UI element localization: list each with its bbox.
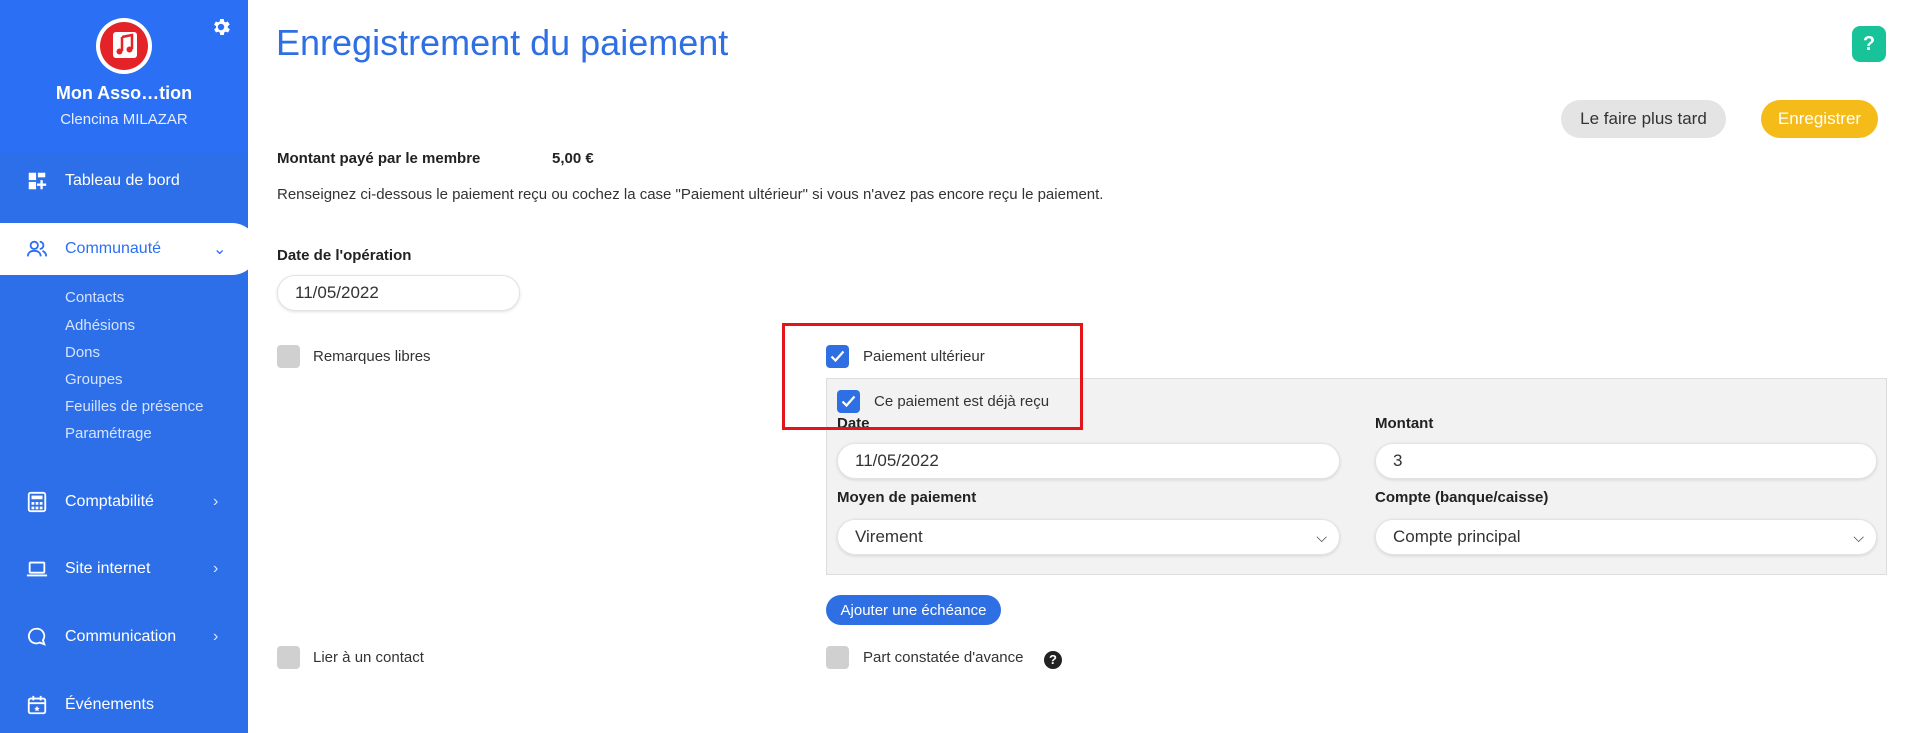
payment-method-select[interactable]: Virement ⌵ — [837, 519, 1340, 555]
account-value: Compte principal — [1393, 527, 1521, 546]
sidebar-header: Mon Asso…tion Clencina MILAZAR — [0, 0, 248, 153]
sidebar-item-label: Comptabilité — [65, 493, 154, 510]
chevron-right-icon: › — [213, 560, 219, 577]
sidebar-item-label: Événements — [65, 696, 154, 713]
account-select[interactable]: Compte principal ⌵ — [1375, 519, 1877, 555]
operation-date-label: Date de l'opération — [277, 247, 412, 264]
gear-icon[interactable] — [210, 16, 232, 38]
operation-date-input[interactable]: 11/05/2022 — [277, 275, 520, 311]
remarks-label: Remarques libres — [313, 348, 431, 365]
main-content: Enregistrement du paiement ? Le faire pl… — [248, 0, 1914, 733]
association-logo[interactable] — [96, 18, 152, 74]
amount-input[interactable]: 3 — [1375, 443, 1877, 479]
highlight-box — [782, 323, 1083, 430]
music-note-icon — [100, 22, 148, 70]
sidebar-item-comptabilite[interactable]: Comptabilité › — [0, 476, 248, 528]
advance-label: Part constatée d'avance — [863, 649, 1024, 666]
calculator-icon — [27, 491, 47, 513]
payment-method-label: Moyen de paiement — [837, 489, 977, 506]
sidebar-item-label: Communication — [65, 628, 177, 645]
later-button[interactable]: Le faire plus tard — [1561, 100, 1726, 138]
sidebar-subitem-adhesions[interactable]: Adhésions — [65, 317, 135, 334]
sidebar-subitem-parametrage[interactable]: Paramétrage — [65, 425, 152, 442]
sidebar-item-communaute[interactable]: Communauté ⌄ — [0, 223, 258, 275]
save-button[interactable]: Enregistrer — [1761, 100, 1878, 138]
users-icon — [26, 240, 48, 257]
amount-field-label: Montant — [1375, 415, 1434, 432]
sidebar-item-label: Site internet — [65, 560, 151, 577]
sidebar-item-tableau-de-bord[interactable]: Tableau de bord — [0, 155, 248, 207]
sidebar-item-communication[interactable]: Communication › — [0, 611, 248, 663]
calendar-icon — [27, 695, 47, 715]
sidebar-item-site-internet[interactable]: Site internet › — [0, 543, 248, 595]
chevron-right-icon: › — [213, 493, 219, 510]
payment-date-input[interactable]: 11/05/2022 — [837, 443, 1340, 479]
payment-method-value: Virement — [855, 527, 923, 546]
organization-name: Mon Asso…tion — [55, 83, 193, 103]
dashboard-icon — [28, 172, 47, 190]
sidebar-item-label: Tableau de bord — [65, 172, 180, 189]
help-button[interactable]: ? — [1852, 26, 1886, 62]
sidebar-subitem-dons[interactable]: Dons — [65, 344, 100, 361]
sidebar-item-evenements[interactable]: Événements — [0, 679, 248, 731]
sidebar-subitem-groupes[interactable]: Groupes — [65, 371, 123, 388]
sidebar: Mon Asso…tion Clencina MILAZAR Tableau d… — [0, 0, 258, 733]
chevron-right-icon: › — [213, 628, 219, 645]
add-echeance-button[interactable]: Ajouter une échéance — [826, 595, 1001, 625]
chevron-down-icon: ⌄ — [213, 241, 227, 258]
advance-checkbox[interactable] — [826, 646, 849, 669]
user-name: Clencina MILAZAR — [60, 111, 188, 128]
sidebar-item-label: Communauté — [65, 240, 162, 257]
instructions-text: Renseignez ci-dessous le paiement reçu o… — [277, 186, 1104, 203]
laptop-icon — [26, 561, 48, 577]
sidebar-subitem-feuilles-de-presence[interactable]: Feuilles de présence — [65, 398, 203, 415]
account-label: Compte (banque/caisse) — [1375, 489, 1549, 506]
page-title: Enregistrement du paiement — [276, 22, 729, 63]
remarks-checkbox[interactable] — [277, 345, 300, 368]
link-contact-label: Lier à un contact — [313, 649, 424, 666]
chevron-down-icon: ⌵ — [1316, 529, 1327, 545]
chat-icon — [27, 627, 46, 646]
sidebar-subitem-contacts[interactable]: Contacts — [65, 289, 124, 306]
help-circle-icon[interactable]: ? — [1044, 651, 1062, 669]
amount-label: Montant payé par le membre — [277, 150, 481, 167]
chevron-down-icon: ⌵ — [1853, 529, 1864, 545]
link-contact-checkbox[interactable] — [277, 646, 300, 669]
amount-value: 5,00 € — [552, 150, 594, 167]
